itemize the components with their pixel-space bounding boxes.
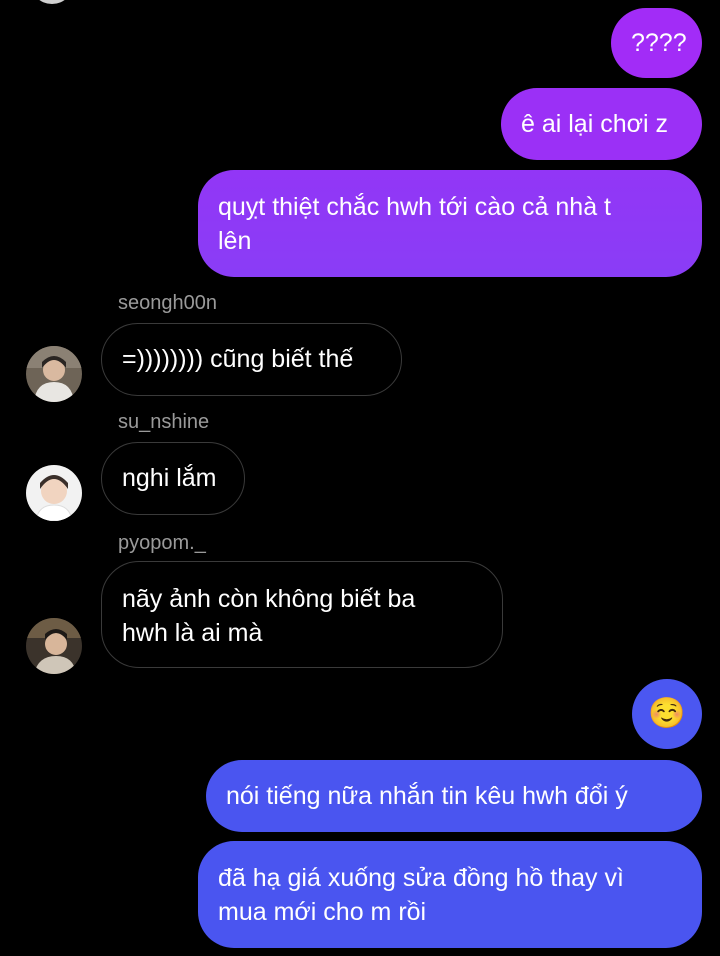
outgoing-message[interactable]: ☺️ [632, 679, 702, 749]
outgoing-message[interactable]: nói tiếng nữa nhắn tin kêu hwh đổi ý [206, 760, 702, 832]
smiling-face-emoji-icon: ☺️ [648, 697, 686, 730]
avatar-seongh00n[interactable] [26, 346, 82, 402]
incoming-message[interactable]: nghi lắm [101, 442, 245, 515]
sender-name: seongh00n [118, 292, 217, 314]
outgoing-message[interactable]: quỵt thiệt chắc hwh tới cào cả nhà t lên [198, 170, 702, 277]
outgoing-message[interactable]: đã hạ giá xuống sửa đồng hồ thay vì mua … [198, 841, 702, 948]
avatar-su_nshine[interactable] [26, 465, 82, 521]
incoming-message[interactable]: nãy ảnh còn không biết ba hwh là ai mà [101, 561, 503, 668]
sender-name: pyopom._ [118, 532, 206, 554]
sender-name: su_nshine [118, 411, 210, 433]
outgoing-message[interactable]: ???? [611, 8, 702, 78]
avatar-pyopom[interactable] [26, 618, 82, 674]
partial-avatar [30, 0, 74, 4]
incoming-message[interactable]: =)))))))) cũng biết thế [101, 323, 402, 396]
outgoing-message[interactable]: ê ai lại chơi z [501, 88, 702, 160]
